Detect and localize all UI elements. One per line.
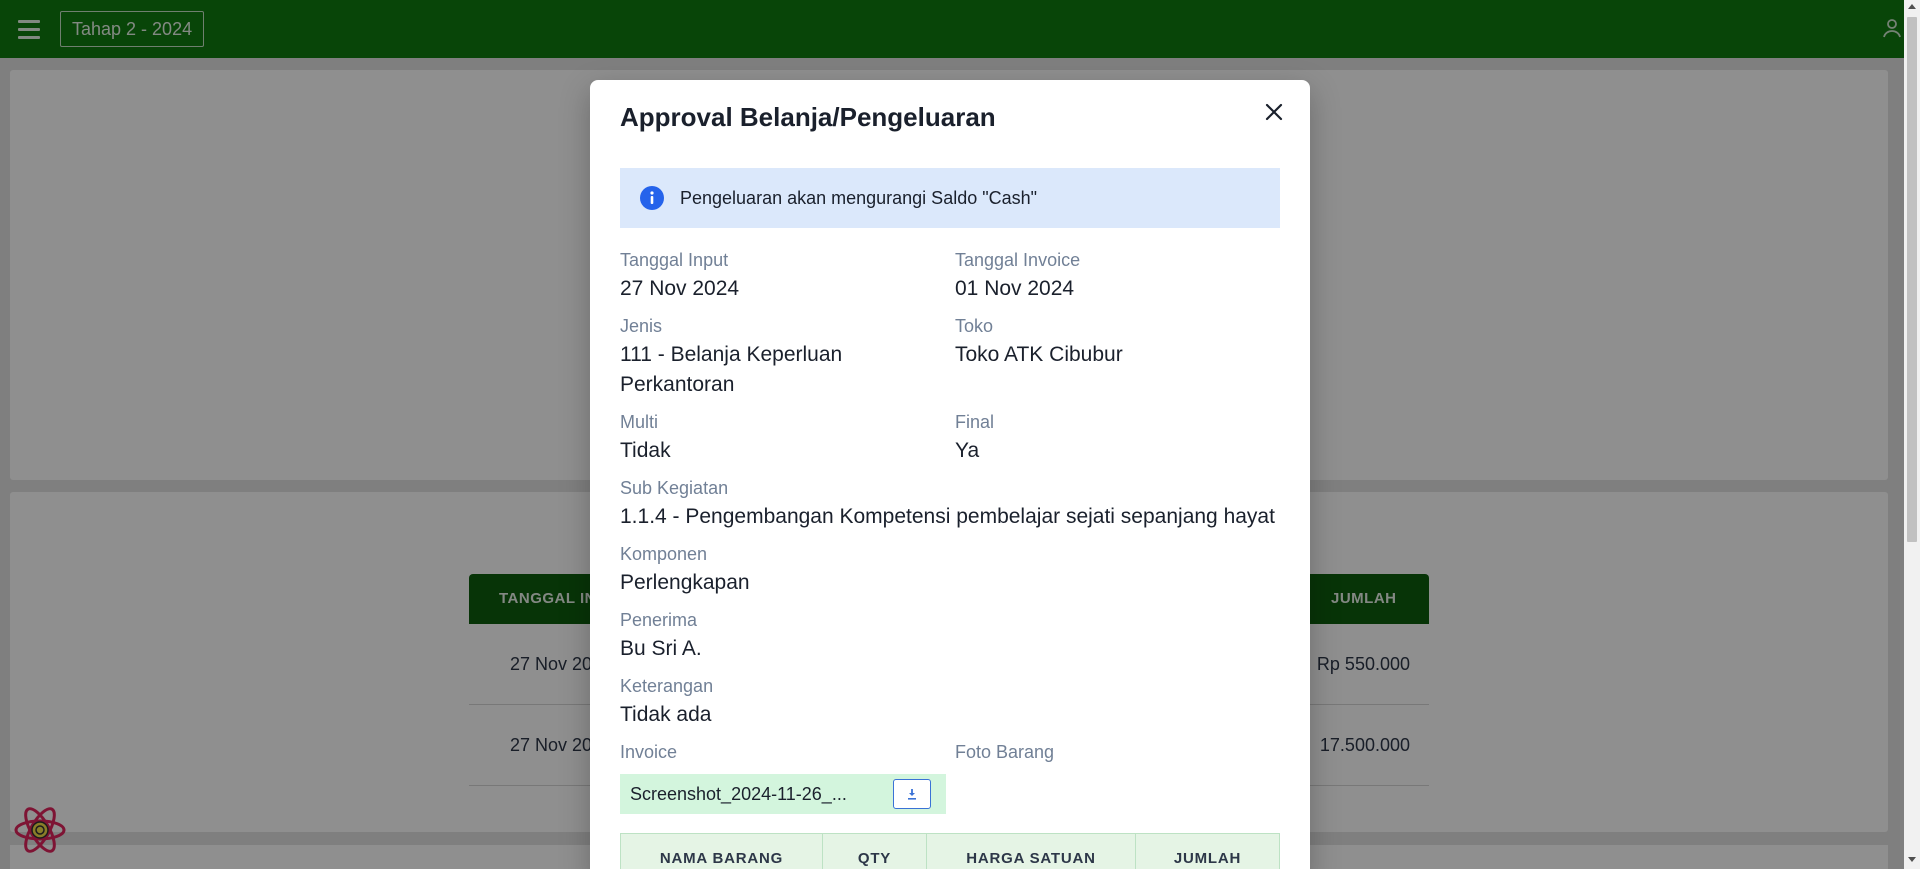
value-keterangan: Tidak ada (620, 703, 712, 726)
value-toko: Toko ATK Cibubur (955, 343, 1123, 366)
download-icon (908, 789, 916, 800)
label-final: Final (955, 412, 995, 432)
value-penerima: Bu Sri A. (620, 637, 702, 660)
invoice-file-name[interactable]: Screenshot_2024-11-26_... (630, 774, 847, 814)
info-alert: Pengeluaran akan mengurangi Saldo "Cash" (620, 168, 1280, 228)
label-keterangan: Keterangan (620, 676, 714, 696)
value-tanggal-invoice: 01 Nov 2024 (955, 277, 1075, 300)
download-invoice-button[interactable] (893, 779, 931, 809)
label-invoice: Invoice (620, 742, 678, 762)
label-komponen: Komponen (620, 544, 708, 564)
items-header-nama-barang: NAMA BARANG (621, 834, 823, 869)
label-sub-kegiatan: Sub Kegiatan (620, 478, 729, 498)
items-header-harga-satuan: HARGA SATUAN (927, 834, 1136, 869)
value-jenis-line1: 111 - Belanja Keperluan (620, 343, 843, 366)
value-multi: Tidak (620, 439, 671, 462)
page-scrollbar[interactable] (1904, 0, 1920, 869)
value-final: Ya (955, 439, 980, 462)
label-penerima: Penerima (620, 610, 698, 630)
label-multi: Multi (620, 412, 659, 432)
label-toko: Toko (955, 316, 994, 336)
label-tanggal-invoice: Tanggal Invoice (955, 250, 1081, 270)
items-table-header: NAMA BARANG QTY HARGA SATUAN JUMLAH (620, 833, 1280, 869)
invoice-file-chip[interactable]: Screenshot_2024-11-26_... (620, 774, 946, 814)
value-jenis-line2: Perkantoran (620, 373, 735, 396)
scroll-thumb[interactable] (1907, 17, 1917, 542)
label-foto-barang: Foto Barang (955, 742, 1055, 762)
items-header-qty: QTY (823, 834, 927, 869)
alert-text: Pengeluaran akan mengurangi Saldo "Cash" (680, 187, 1038, 208)
modal-title: Approval Belanja/Pengeluaran (620, 102, 996, 132)
label-tanggal-input: Tanggal Input (620, 250, 729, 270)
value-komponen: Perlengkapan (620, 571, 750, 594)
scroll-up-arrow-icon[interactable] (1908, 4, 1916, 9)
value-sub-kegiatan: 1.1.4 - Pengembangan Kompetensi pembelaj… (620, 505, 1275, 528)
scroll-down-arrow-icon[interactable] (1908, 857, 1916, 862)
close-icon[interactable] (1260, 98, 1288, 126)
items-header-jumlah: JUMLAH (1173, 850, 1242, 867)
value-tanggal-input: 27 Nov 2024 (620, 277, 740, 300)
label-jenis: Jenis (620, 316, 663, 336)
info-icon (640, 186, 664, 210)
approval-modal: Approval Belanja/Pengeluaran Pengeluaran… (590, 80, 1310, 869)
